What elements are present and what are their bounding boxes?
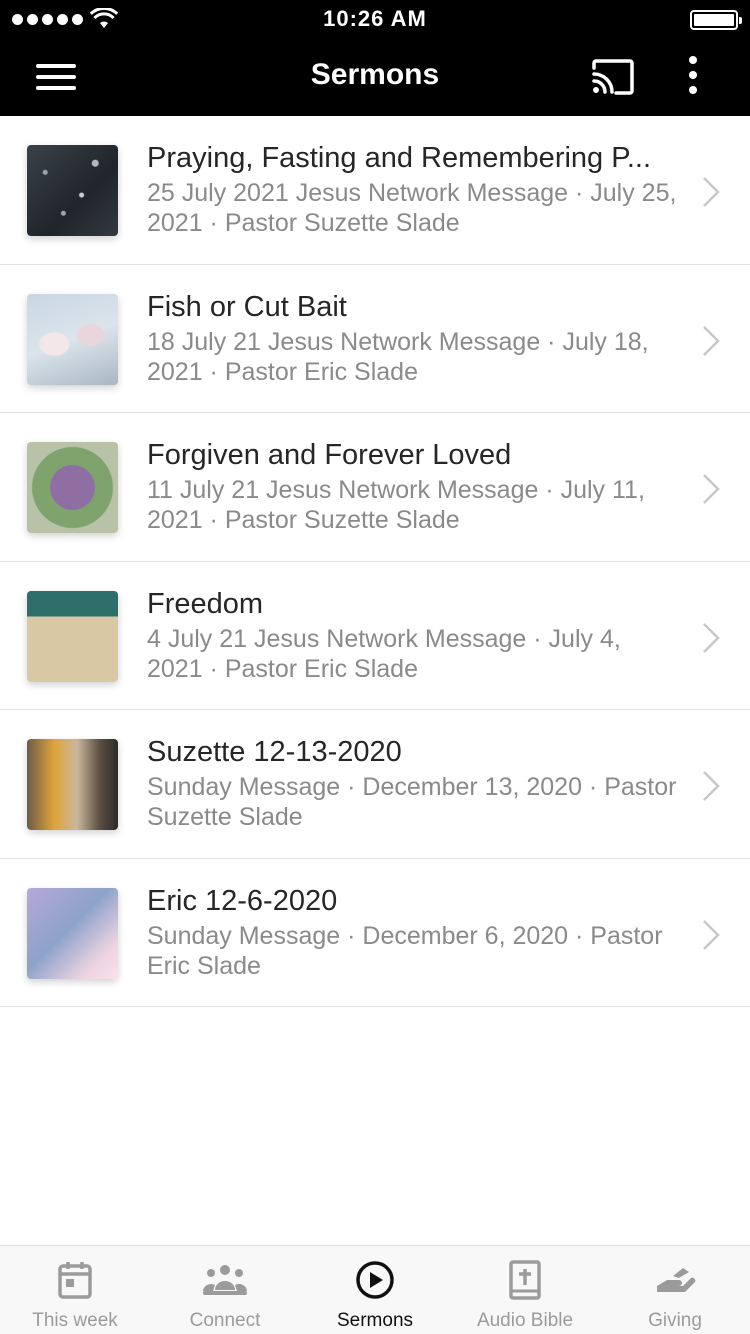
cast-icon[interactable]: [590, 58, 636, 96]
snow-dark-thumbnail: [27, 145, 118, 236]
tab-label: Connect: [189, 1310, 261, 1331]
sermon-list: Praying, Fasting and Remembering P... 25…: [0, 116, 750, 1007]
tab-sermons[interactable]: Sermons: [300, 1246, 450, 1334]
chevron-right-icon: [703, 919, 720, 950]
magnolia-thumbnail: [27, 293, 118, 385]
sermon-row[interactable]: Fish or Cut Bait 18 July 21 Jesus Networ…: [0, 264, 750, 413]
tab-label: Giving: [648, 1310, 702, 1331]
sermon-subtitle: Sunday Message · December 6, 2020 · Past…: [147, 921, 663, 980]
sermon-subtitle: 4 July 21 Jesus Network Message · July 4…: [147, 624, 621, 683]
tab-audio-bible[interactable]: Audio Bible: [450, 1246, 600, 1334]
tab-connect[interactable]: Connect: [150, 1246, 300, 1334]
chevron-right-icon: [703, 474, 720, 504]
people-icon: [203, 1265, 247, 1295]
chevron-right-icon: [703, 177, 720, 207]
sermon-title: Freedom: [147, 587, 264, 620]
sermon-title: Fish or Cut Bait: [147, 290, 347, 323]
sermon-subtitle: Sunday Message · December 13, 2020 · Pas…: [147, 773, 677, 831]
pastel-sky-thumbnail: [27, 887, 118, 979]
sermon-row[interactable]: Forgiven and Forever Loved 11 July 21 Je…: [0, 413, 750, 562]
tab-bar: This week Connect Sermons Audio Bible Gi…: [0, 1245, 750, 1334]
status-time: 10:26 AM: [323, 6, 427, 31]
typewriter-thumbnail: [27, 590, 118, 682]
sermon-row[interactable]: Praying, Fasting and Remembering P... 25…: [0, 116, 750, 265]
giving-hand-icon: [657, 1268, 696, 1292]
sermon-title: Suzette 12-13-2020: [147, 736, 402, 768]
page-title: Sermons: [310, 58, 440, 91]
sermon-row[interactable]: Suzette 12-13-2020 Sunday Message · Dece…: [0, 710, 750, 859]
sermon-title: Forgiven and Forever Loved: [147, 439, 512, 471]
tab-giving[interactable]: Giving: [600, 1246, 750, 1334]
play-circle-icon: [356, 1261, 394, 1299]
tab-label: Sermons: [336, 1310, 414, 1331]
sermon-subtitle: 25 July 2021 Jesus Network Message · Jul…: [147, 179, 677, 237]
status-bar: 10:26 AM: [0, 0, 750, 40]
sermon-row[interactable]: Eric 12-6-2020 Sunday Message · December…: [0, 858, 750, 1007]
battery-icon: [690, 10, 742, 30]
sermon-subtitle: 11 July 21 Jesus Network Message · July …: [147, 476, 645, 534]
train-platform-thumbnail: [27, 739, 118, 830]
tab-label: Audio Bible: [476, 1310, 574, 1331]
tulip-bouquet-thumbnail: [27, 442, 118, 533]
chevron-right-icon: [703, 325, 720, 356]
sermon-subtitle: 18 July 21 Jesus Network Message · July …: [147, 327, 649, 386]
tab-label: This week: [32, 1310, 118, 1331]
more-vertical-icon[interactable]: [686, 56, 700, 96]
tab-this-week[interactable]: This week: [0, 1246, 150, 1334]
calendar-icon: [58, 1262, 92, 1299]
chevron-right-icon: [703, 771, 720, 801]
sermon-row[interactable]: Freedom 4 July 21 Jesus Network Message …: [0, 561, 750, 710]
sermon-title: Eric 12-6-2020: [147, 884, 338, 917]
navigation-bar: Sermons: [0, 40, 750, 116]
sermon-title: Praying, Fasting and Remembering P...: [147, 142, 652, 174]
chevron-right-icon: [703, 622, 720, 653]
bible-icon: [509, 1260, 541, 1300]
